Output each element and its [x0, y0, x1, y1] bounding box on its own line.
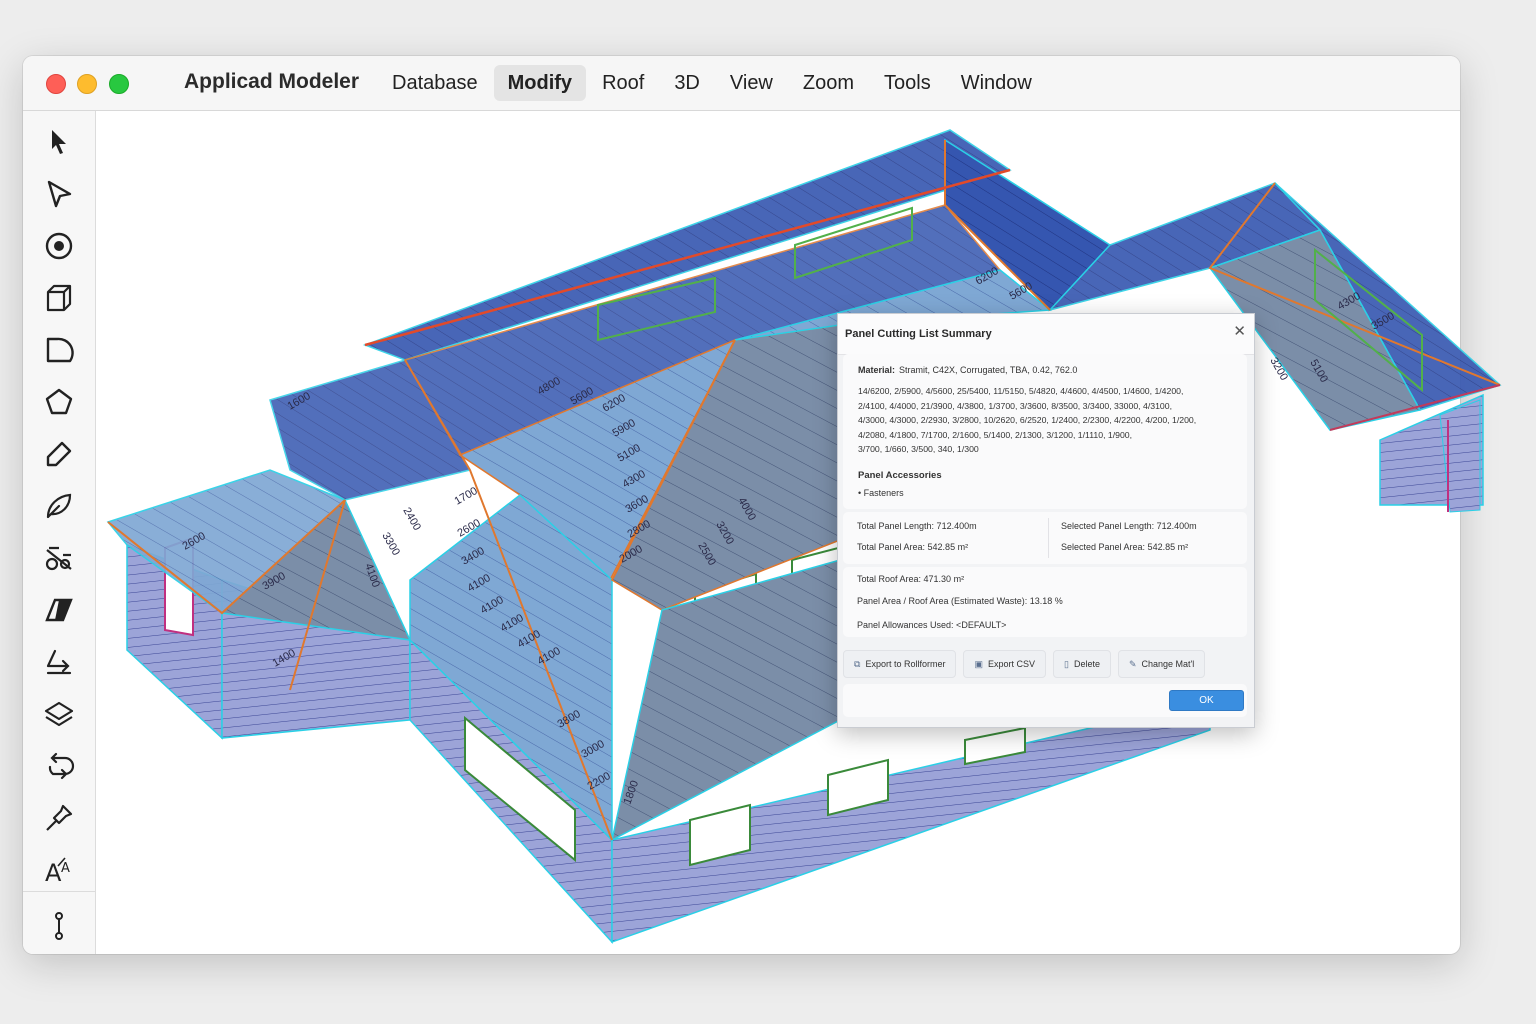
menu-3d[interactable]: 3D: [660, 65, 714, 101]
total-roof-area: Total Roof Area: 471.30 m²: [857, 574, 965, 584]
roof-panels: [106, 129, 1502, 842]
menu-window[interactable]: Window: [947, 65, 1046, 101]
close-window-button[interactable]: [46, 74, 66, 94]
toolbar-divider: [23, 891, 95, 892]
panel-allowances: Panel Allowances Used: <DEFAULT>: [857, 620, 1007, 630]
trash-icon: ▯: [1064, 658, 1069, 669]
material-label: Material:: [858, 365, 896, 375]
menu-view[interactable]: View: [716, 65, 787, 101]
prism-icon[interactable]: [40, 591, 78, 629]
undo-cycle-icon[interactable]: [40, 747, 78, 785]
pencil-icon[interactable]: [40, 435, 78, 473]
selected-panel-area: Selected Panel Area: 542.85 m²: [1061, 542, 1189, 552]
stats-divider: [1048, 518, 1049, 558]
cut-list: 14/6200, 2/5900, 4/5600, 25/5400, 11/515…: [858, 384, 1243, 457]
curve-icon[interactable]: [40, 487, 78, 525]
csv-icon: ▣: [974, 658, 983, 669]
cut-list-line: 4/2080, 4/1800, 7/1700, 2/1600, 5/1400, …: [858, 429, 1133, 440]
cube-icon[interactable]: [40, 279, 78, 317]
cut-list-line: 2/4100, 4/4000, 21/3900, 4/3800, 1/3700,…: [858, 400, 1172, 411]
export-rollformer-button[interactable]: ⧉ Export to Rollformer: [843, 650, 957, 678]
menu-bar: Database Modify Roof 3D View Zoom Tools …: [378, 65, 1048, 101]
estimated-waste: Panel Area / Roof Area (Estimated Waste)…: [857, 596, 1063, 606]
panel-label: 3300: [379, 531, 402, 558]
accessories-title: Panel Accessories: [858, 470, 942, 481]
text-size-icon[interactable]: AA: [40, 851, 78, 889]
dialog-actions: ⧉ Export to Rollformer ▣ Export CSV ▯ Delet…: [843, 650, 1212, 678]
delete-button[interactable]: ▯ Delete: [1053, 650, 1111, 678]
arc-shape-icon[interactable]: [40, 331, 78, 369]
cut-list-line: 3/700, 1/660, 3/500, 340, 1/300: [858, 444, 979, 454]
title-bar: Applicad Modeler Database Modify Roof 3D…: [23, 56, 1460, 111]
export-csv-button[interactable]: ▣ Export CSV: [963, 650, 1047, 678]
change-material-button[interactable]: ✎ Change Mat'l: [1117, 650, 1206, 678]
pointer-outline-icon[interactable]: [40, 175, 78, 213]
measure-icon[interactable]: [40, 907, 78, 945]
roof-model-viewport[interactable]: 6200 5900 5100 4300 3600 2800 2000 1700 …: [95, 110, 1536, 955]
rollformer-icon: ⧉: [854, 658, 861, 669]
selected-panel-length: Selected Panel Length: 712.400m: [1061, 521, 1197, 531]
material-line: Material: Stramit, C42X, Corrugated, TBA,…: [858, 365, 1077, 375]
material-value: Stramit, C42X, Corrugated, TBA, 0.42, 76…: [899, 365, 1078, 375]
scissors-icon[interactable]: [40, 539, 78, 577]
circle-target-icon[interactable]: [40, 227, 78, 265]
dialog-title: Panel Cutting List Summary: [845, 328, 992, 340]
menu-database[interactable]: Database: [378, 65, 492, 101]
cut-list-line: 14/6200, 2/5900, 4/5600, 25/5400, 11/515…: [858, 386, 1184, 396]
pin-icon[interactable]: [40, 799, 78, 837]
svg-text:A: A: [45, 859, 62, 886]
menu-modify[interactable]: Modify: [493, 65, 587, 101]
select-arrow-icon[interactable]: [40, 123, 78, 161]
panel-label: 2400: [400, 506, 423, 533]
pentagon-icon[interactable]: [40, 383, 78, 421]
ok-button[interactable]: OK: [1169, 690, 1244, 711]
panel-cutting-list-dialog: Panel Cutting List Summary ✕ Material: St…: [837, 313, 1255, 728]
zoom-window-button[interactable]: [109, 74, 129, 94]
app-title: Applicad Modeler: [184, 70, 360, 93]
material-card: Material: Stramit, C42X, Corrugated, TBA,…: [843, 354, 1247, 509]
total-panel-area: Total Panel Area: 542.85 m²: [857, 542, 969, 552]
cut-list-line: 4/3000, 4/3000, 2/2930, 3/2800, 10/2620,…: [858, 415, 1197, 425]
close-icon[interactable]: ✕: [1233, 324, 1246, 340]
total-panel-length: Total Panel Length: 712.400m: [857, 521, 977, 531]
menu-tools[interactable]: Tools: [870, 65, 945, 101]
svg-text:A: A: [61, 861, 70, 876]
menu-zoom[interactable]: Zoom: [789, 65, 868, 101]
panel-totals-card: Total Panel Length: 712.400m Selected Pa…: [843, 512, 1247, 564]
offset-arrow-icon[interactable]: [40, 643, 78, 681]
edit-icon: ✎: [1128, 658, 1137, 669]
tool-palette: AA: [23, 111, 96, 954]
menu-roof[interactable]: Roof: [588, 65, 658, 101]
layers-icon[interactable]: [40, 695, 78, 733]
accessory-item: • Fasteners: [858, 488, 904, 498]
roof-area-card: Total Roof Area: 471.30 m² Panel Area / …: [843, 567, 1247, 637]
panel-label: 1700: [453, 485, 480, 508]
dialog-header: Panel Cutting List Summary ✕: [838, 314, 1254, 355]
minimize-window-button[interactable]: [77, 74, 97, 94]
